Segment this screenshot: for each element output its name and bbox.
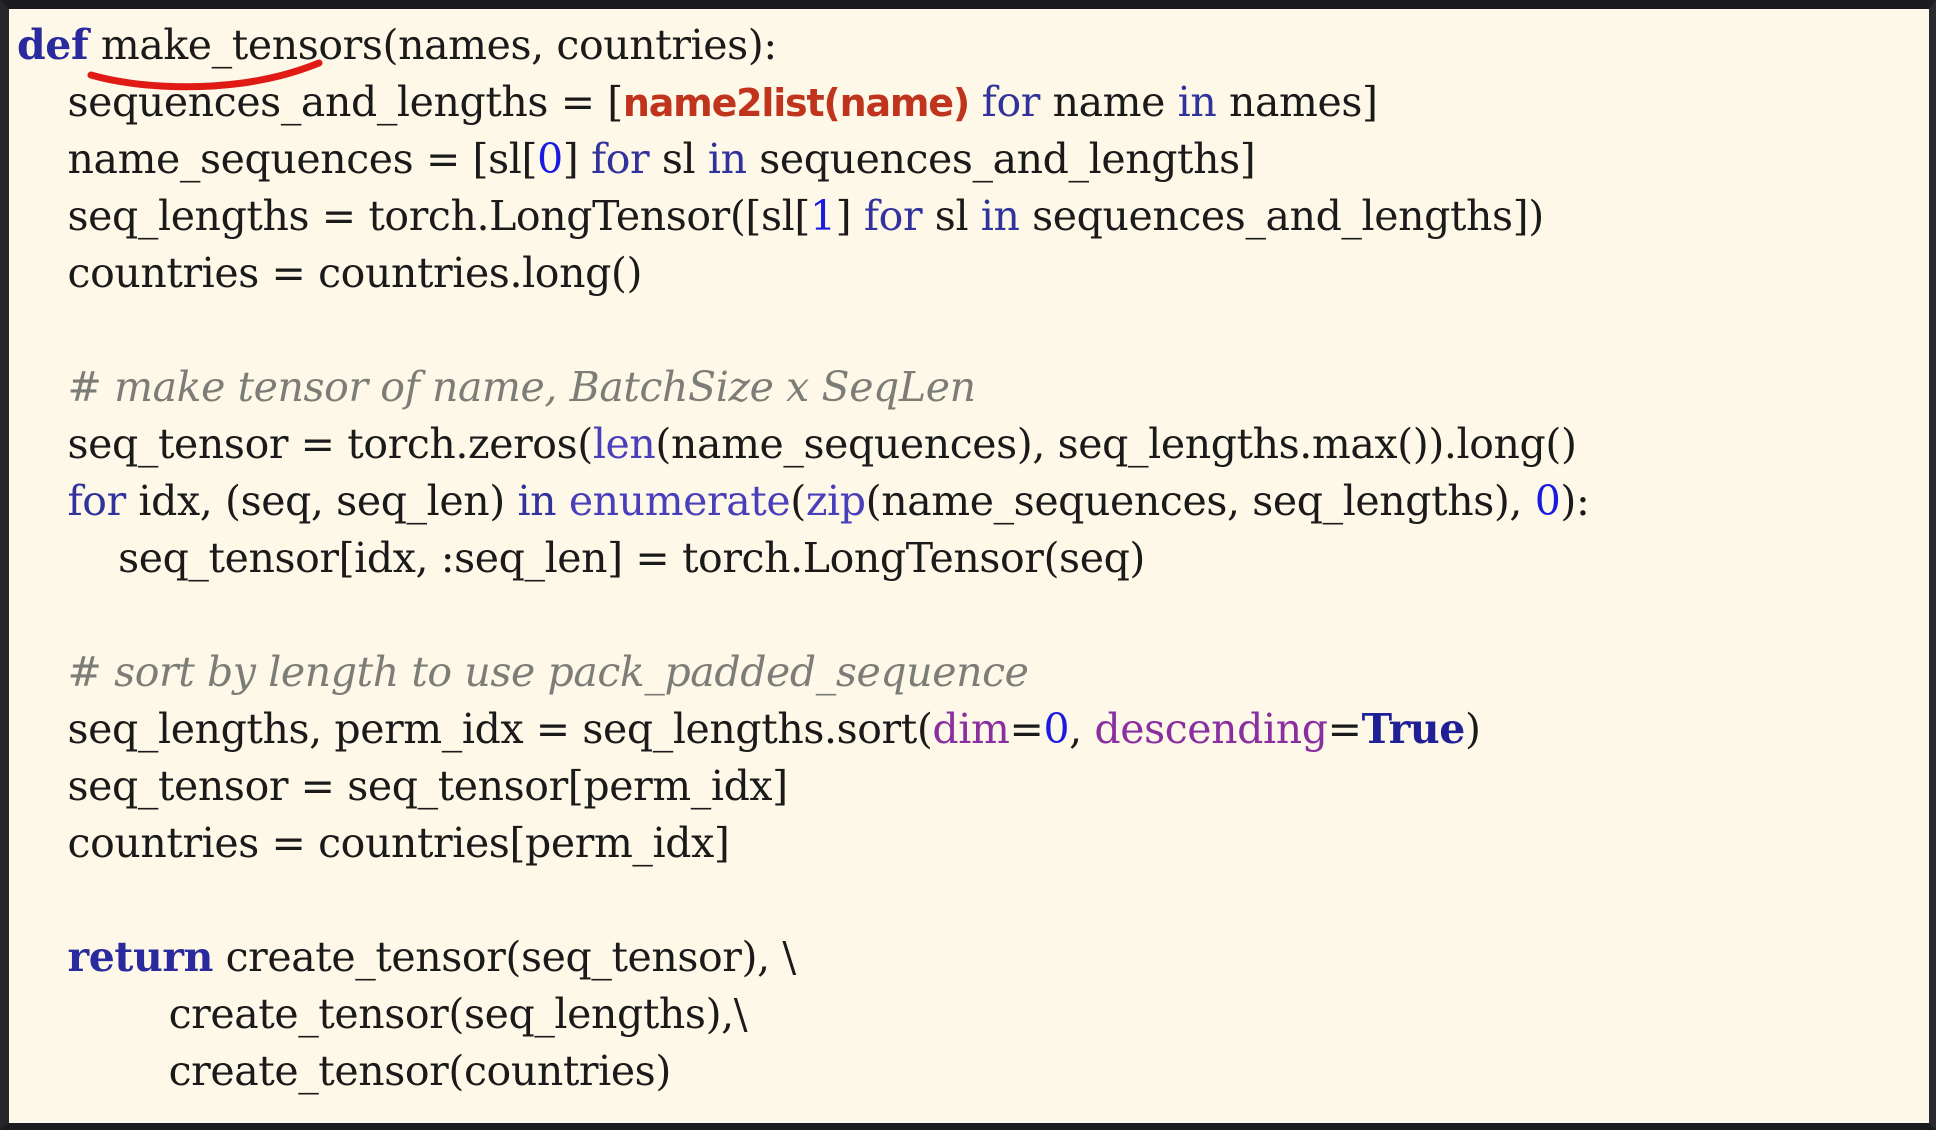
code-token-plain: sequences_and_lengths]	[746, 135, 1256, 183]
code-line: seq_tensor = torch.zeros(len(name_sequen…	[17, 416, 1929, 473]
code-token-hl: name2list(name)	[622, 81, 970, 125]
code-token-plain: create_tensor(seq_lengths),\	[168, 990, 748, 1038]
code-line: name_sequences = [sl[0] for sl in sequen…	[17, 131, 1929, 188]
code-token-plain: ):	[1560, 477, 1590, 525]
code-token-plain: seq_tensor[idx, :seq_len] = torch.LongTe…	[118, 534, 1146, 582]
code-token-plain: sequences_and_lengths = [	[67, 78, 624, 126]
code-token-kw: return	[67, 933, 214, 981]
code-token-kw-soft: in	[517, 477, 557, 525]
code-token-plain: idx, (seq, seq_len)	[125, 477, 518, 525]
code-token-plain: (name_sequences), seq_lengths.max()).lon…	[655, 420, 1577, 468]
code-token-builtin: len	[592, 420, 656, 468]
code-slide: def make_tensors(names, countries): sequ…	[0, 0, 1936, 1130]
code-token-kw-soft: in	[1177, 78, 1217, 126]
code-line: def make_tensors(names, countries):	[17, 17, 1929, 74]
code-token-plain: make_tensors	[88, 21, 383, 69]
code-line: create_tensor(seq_lengths),\	[17, 986, 1929, 1043]
code-token-plain: ,	[1069, 705, 1095, 753]
code-token-plain: ]	[835, 192, 864, 240]
code-line: countries = countries[perm_idx]	[17, 815, 1929, 872]
code-token-kwarg: descending	[1094, 705, 1328, 753]
code-line: countries = countries.long()	[17, 245, 1929, 302]
code-token-plain: =	[1009, 705, 1044, 753]
code-line: # sort by length to use pack_padded_sequ…	[17, 644, 1929, 701]
code-token-num: 0	[537, 135, 563, 183]
code-token-plain: sl	[922, 192, 981, 240]
code-token-kw-soft: for	[981, 78, 1041, 126]
code-token-plain: create_tensor(countries)	[168, 1047, 672, 1095]
code-token-plain: ]	[562, 135, 591, 183]
code-line: for idx, (seq, seq_len) in enumerate(zip…	[17, 473, 1929, 530]
code-token-comment: # make tensor of name, BatchSize x SeqLe…	[67, 363, 976, 411]
code-token-plain: countries = countries.long()	[67, 249, 643, 297]
code-token-plain: names]	[1216, 78, 1378, 126]
code-token-plain: countries):	[556, 21, 777, 69]
code-token-kw-soft: in	[980, 192, 1020, 240]
code-line: seq_lengths, perm_idx = seq_lengths.sort…	[17, 701, 1929, 758]
code-token-builtin: zip	[805, 477, 866, 525]
code-token-plain: seq_lengths = torch.LongTensor([sl[	[67, 192, 811, 240]
code-line: create_tensor(countries)	[17, 1043, 1929, 1100]
code-token-plain: )	[1465, 705, 1481, 753]
code-line: seq_tensor[idx, :seq_len] = torch.LongTe…	[17, 530, 1929, 587]
code-token-num: 0	[1043, 705, 1070, 753]
code-token-builtin: enumerate	[568, 477, 791, 525]
code-token-plain: seq_tensor = torch.zeros(	[67, 420, 594, 468]
code-line: seq_tensor = seq_tensor[perm_idx]	[17, 758, 1929, 815]
code-token-plain: name_sequences = [sl[	[67, 135, 538, 183]
code-line: return create_tensor(seq_tensor), \	[17, 929, 1929, 986]
code-line: # make tensor of name, BatchSize x SeqLe…	[17, 359, 1929, 416]
code-token-plain: (name_sequences, seq_lengths),	[865, 477, 1535, 525]
code-token-kw-soft: for	[591, 135, 650, 183]
code-token-plain: =	[1327, 705, 1362, 753]
code-token-const: True	[1361, 705, 1466, 753]
code-token-plain: sl	[649, 135, 708, 183]
code-token-kw-soft: for	[67, 477, 127, 525]
code-line: seq_lengths = torch.LongTensor([sl[1] fo…	[17, 188, 1929, 245]
code-token-num: 0	[1534, 477, 1561, 525]
code-line: sequences_and_lengths = [name2list(name)…	[17, 74, 1929, 131]
code-token-kw: def	[17, 21, 89, 69]
code-token-kw-soft: in	[707, 135, 747, 183]
code-token-plain: name	[1039, 78, 1178, 126]
code-token-num: 1	[809, 192, 836, 240]
code-token-kwarg: dim	[932, 705, 1010, 753]
code-token-plain: create_tensor(seq_tensor), \	[212, 933, 797, 981]
code-token-plain: seq_tensor = seq_tensor[perm_idx]	[67, 762, 789, 810]
code-token-comment: # sort by length to use pack_padded_sequ…	[67, 648, 1029, 696]
code-token-plain: sequences_and_lengths])	[1019, 192, 1544, 240]
code-token-plain: (	[790, 477, 806, 525]
code-token-plain: (names,	[382, 21, 557, 69]
code-token-kw-soft: for	[863, 192, 923, 240]
code-listing: def make_tensors(names, countries): sequ…	[9, 9, 1929, 1100]
code-token-plain: countries = countries[perm_idx]	[67, 819, 730, 867]
code-token-plain: seq_lengths, perm_idx = seq_lengths.sort…	[67, 705, 933, 753]
